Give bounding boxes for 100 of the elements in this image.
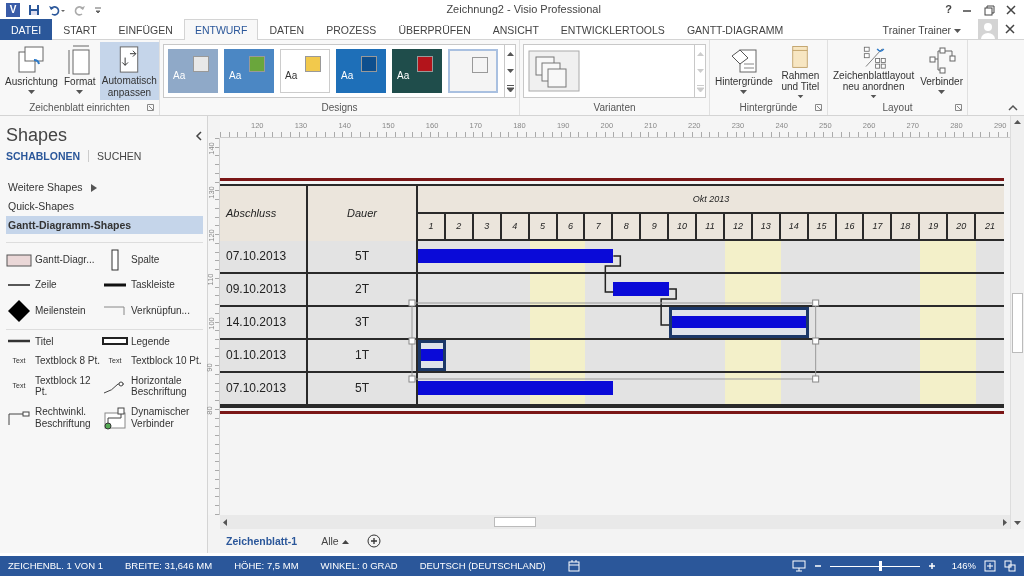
column-header: Abschluss	[226, 206, 277, 221]
file-tab[interactable]: DATEI	[0, 19, 53, 40]
scroll-left-icon[interactable]	[223, 518, 227, 526]
ribbon-button[interactable]: Automatisch anpassen	[99, 42, 159, 100]
ribbon-tab[interactable]: PROZESS	[315, 19, 388, 40]
ribbon-tab[interactable]: DATEN	[258, 19, 316, 40]
launcher-icon[interactable]	[147, 104, 154, 111]
scroll-down-icon[interactable]	[506, 69, 514, 73]
scroll-up-icon[interactable]	[506, 51, 514, 56]
day-header: 2	[445, 212, 474, 241]
ribbon-tab[interactable]: START	[52, 19, 108, 40]
shape-item[interactable]: Titel	[6, 335, 102, 348]
shape-item[interactable]: Spalte	[102, 249, 204, 272]
customize-icon[interactable]	[94, 4, 102, 15]
day-header: 6	[557, 212, 586, 241]
more-icon[interactable]	[506, 84, 514, 92]
scroll-up-icon[interactable]	[1014, 120, 1021, 124]
stencil-item[interactable]: Weitere Shapes	[6, 178, 203, 197]
add-sheet-icon[interactable]	[366, 534, 381, 548]
column-icon	[110, 249, 120, 272]
task-bar-day[interactable]	[669, 307, 698, 340]
day-header: 9	[641, 212, 670, 241]
day-header: 13	[752, 212, 781, 241]
zoom-in-icon[interactable]	[927, 562, 936, 570]
callout-icon	[7, 409, 31, 426]
slider-thumb[interactable]	[879, 560, 883, 571]
ribbon-button[interactable]: Verbinder	[918, 42, 965, 100]
collapse-icon[interactable]	[195, 130, 203, 141]
table-cell: 5T	[308, 241, 418, 274]
shape-item[interactable]: Verknüpfun...	[102, 298, 204, 323]
close-icon[interactable]	[1004, 23, 1016, 35]
ribbon-button[interactable]: Hintergründe	[713, 42, 775, 100]
design-thumbnail[interactable]: Aa	[224, 49, 274, 93]
day-header: 16	[836, 212, 865, 241]
scroll-thumb[interactable]	[494, 517, 536, 527]
launcher-icon[interactable]	[815, 104, 822, 111]
day-header: 14	[780, 212, 809, 241]
save-icon[interactable]	[28, 3, 40, 16]
help-button[interactable]: ?	[945, 2, 952, 17]
shape-item[interactable]: Taskleiste	[102, 279, 204, 291]
launcher-icon[interactable]	[955, 104, 962, 111]
scroll-right-icon[interactable]	[1003, 518, 1007, 526]
ribbon-tab[interactable]: ANSICHT	[481, 19, 550, 40]
stencil-item[interactable]: Quick-Shapes	[6, 197, 203, 216]
task-bar-day[interactable]	[418, 340, 446, 373]
status-text: HÖHE: 7,5 MM	[234, 560, 299, 572]
design-thumbnail[interactable]: Aa	[336, 49, 386, 93]
day-header: 7	[585, 212, 614, 241]
status-text: ZEICHENBL. 1 VON 1	[8, 560, 104, 572]
page-view-icon[interactable]	[567, 560, 580, 572]
shape-item[interactable]: Dynamischer Verbinder	[102, 405, 204, 430]
task-bar-day[interactable]	[529, 241, 558, 274]
design-thumbnail[interactable]: Aa	[280, 49, 330, 93]
design-thumbnail[interactable]	[448, 49, 498, 93]
group-label: Zeichenblatt einrichten	[29, 102, 130, 114]
ribbon-tab[interactable]: ÜBERPRÜFEN	[387, 19, 482, 40]
panel-tab[interactable]: SCHABLONEN	[6, 149, 81, 163]
account-button[interactable]: Trainer Trainer	[871, 22, 972, 37]
shape-item[interactable]: Horizontale Beschriftung	[102, 374, 204, 398]
restore-icon[interactable]	[982, 3, 996, 16]
table-cell: 2T	[308, 274, 418, 307]
ribbon-tab[interactable]: ENTWICKLERTOOLS	[549, 19, 676, 40]
shape-item[interactable]: Gantt-Diagr...	[6, 249, 102, 272]
ribbon-tab[interactable]: EINFÜGEN	[107, 19, 184, 40]
ribbon-button[interactable]: Ausrichtung	[3, 42, 60, 100]
stencil-item[interactable]: Gantt-Diagramm-Shapes	[6, 215, 203, 235]
variant-thumbnail[interactable]	[528, 49, 580, 93]
ribbon-button[interactable]: Zeichenblattlayout neu anordnen	[831, 42, 917, 100]
collapse-icon[interactable]	[1008, 104, 1018, 111]
day-header: 11	[697, 212, 725, 241]
connector-icon	[103, 405, 127, 430]
group-label: Varianten	[593, 102, 636, 114]
shape-item[interactable]: Legende	[102, 335, 204, 348]
panel-tab[interactable]: SUCHEN	[97, 149, 142, 163]
task-bar-day[interactable]	[557, 241, 586, 274]
fit-page-icon[interactable]	[984, 560, 996, 572]
close-icon[interactable]	[1004, 3, 1018, 16]
selection-frame[interactable]	[408, 299, 820, 383]
day-header: 17	[864, 212, 893, 241]
shape-item[interactable]: Rechtwinkl. Beschriftung	[6, 405, 102, 430]
scroll-down-icon[interactable]	[1014, 521, 1021, 525]
scroll-thumb[interactable]	[1012, 292, 1023, 353]
day-header: 19	[920, 212, 949, 241]
shape-item[interactable]: Meilenstein	[6, 298, 102, 323]
zoom-level[interactable]: 146%	[951, 560, 976, 572]
shape-item[interactable]: Zeile	[6, 279, 102, 291]
day-header: 21	[976, 212, 1004, 241]
ribbon-tab[interactable]: GANTT-DIAGRAMM	[675, 19, 795, 40]
ribbon-tab[interactable]: ENTWURF	[183, 19, 259, 40]
table-cell: 1T	[308, 340, 418, 373]
undo-icon[interactable]	[48, 3, 66, 16]
ribbon-button[interactable]: Rahmen und Titel	[776, 42, 824, 100]
design-thumbnail[interactable]: Aa	[392, 49, 442, 93]
switch-windows-icon[interactable]	[1004, 560, 1016, 572]
all-sheets-button[interactable]: Alle	[315, 532, 355, 550]
sheet-tab[interactable]: Zeichenblatt-1	[220, 532, 304, 550]
line-icon	[7, 282, 31, 287]
presentation-icon[interactable]	[791, 560, 806, 572]
ribbon-button[interactable]: Format	[61, 42, 98, 100]
task-bar-day[interactable]	[780, 307, 809, 340]
